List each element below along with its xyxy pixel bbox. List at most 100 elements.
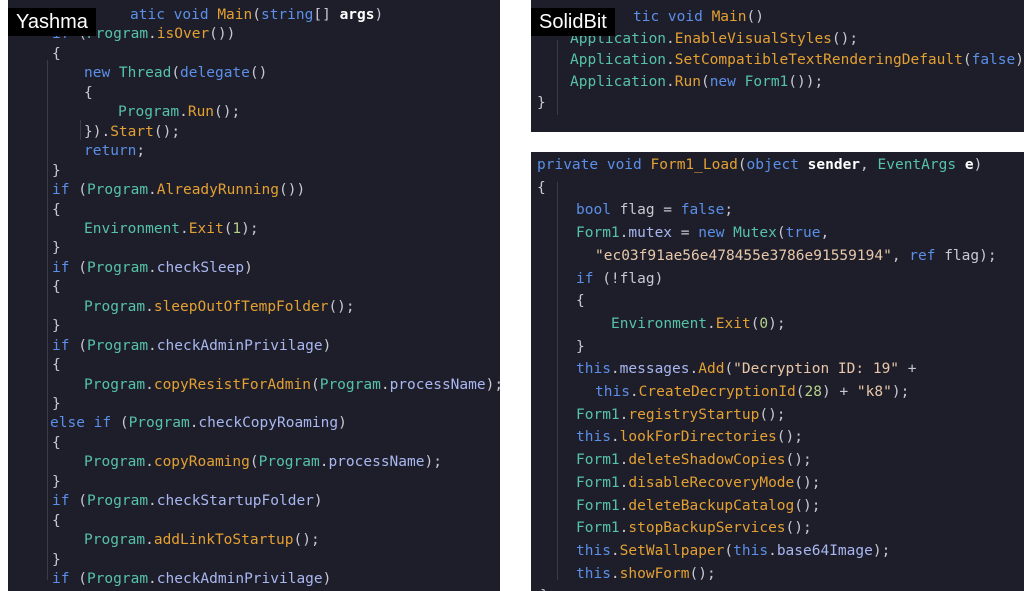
code-line: new Thread(delegate() [84,63,267,83]
code-token: Environment [84,220,181,237]
code-token: { [52,45,61,62]
code-line: this.SetWallpaper(this.base64Image); [576,541,890,561]
code-token: CreateDecryptionId [638,384,796,400]
code-token: . [180,220,189,237]
code-token: private void [537,157,651,173]
code-line: if (Program.checkAdminPrivilage) [52,336,331,356]
code-token: (!flag) [602,270,664,287]
code-token: isOver [156,26,210,43]
code-token: Form1 [576,452,620,469]
code-token: , [820,225,830,242]
code-token: . [179,104,188,121]
code-token: (); [776,429,803,446]
code-token: lookForDirectories [619,429,777,446]
code-line: }).Start(); [84,122,180,142]
code-token: delegate [180,65,250,82]
code-token: ) [322,337,332,354]
code-token: Program [84,454,146,471]
code-token: EnableVisualStyles [674,30,832,47]
code-token: ( [737,157,747,173]
code-line: { [52,433,61,453]
code-line: } [52,394,61,414]
code-token: Program [86,26,149,43]
indent-guide [80,120,81,140]
code-token: ) [338,415,347,432]
code-token: ) [973,157,983,173]
code-token: } [52,162,61,179]
code-token: ( [78,259,87,276]
code-token: ref [909,247,945,264]
code-token: . [148,182,157,199]
code-line: Application.Run(new Form1()); [570,72,823,92]
code-token: if [52,259,79,276]
code-token: Main [217,7,253,23]
code-token: = [672,225,699,242]
code-line: } [52,472,61,492]
code-token: disableRecoveryMode [628,474,795,491]
code-line: } [576,337,585,357]
code-token: ) [374,7,384,23]
yashma-label: Yashma [8,8,96,36]
code-token: }). [84,123,111,140]
code-token: . [610,565,620,582]
indent-guide [47,60,48,580]
code-token: checkCopyRoaming [198,415,339,432]
code-line: Program.copyRoaming(Program.processName)… [84,452,442,472]
code-line: Form1.mutex = new Mutex(true, [576,223,829,243]
code-line: { [52,355,61,375]
code-line: { [52,277,61,297]
code-token: Program [84,376,146,393]
code-line: else if (Program.checkCopyRoaming) [50,413,347,433]
code-line: this.CreateDecryptionId(28) + "k8"); [595,382,909,402]
code-token: showForm [619,565,690,582]
code-token: Application [570,52,667,68]
code-token: } [52,318,61,335]
code-token: . [148,571,157,588]
code-token: (); [785,452,812,469]
code-token: checkSleep [156,259,245,276]
yashma-code-panel: atic void Main(string[] args)if (Program… [8,0,500,591]
code-token: Form1 [576,474,620,491]
code-token: Run [187,104,215,121]
code-token: sleepOutOfTempFolder [153,298,329,315]
code-token: Program [86,259,149,276]
code-line: Form1.disableRecoveryMode(); [576,473,820,493]
code-token: e [964,157,974,173]
code-line: return; [84,141,145,161]
code-token: this [595,384,630,400]
code-line: if (Program.AlreadyRunning()) [52,180,305,200]
code-token: Form1 [744,73,789,90]
code-token: mutex [628,225,673,242]
code-token: 1 [232,220,242,237]
code-token: () [746,9,764,25]
code-line: } [52,316,61,336]
code-token: } [52,240,61,257]
code-token: Mutex [733,225,777,242]
code-line: { [52,200,61,220]
code-token: . [689,361,699,378]
code-token: (); [328,298,355,315]
code-token: bool [576,202,620,219]
code-token: } [52,396,61,412]
code-token: registryStartup [628,406,760,423]
code-token: Program [86,337,149,354]
code-line: Environment.Exit(0); [611,314,786,334]
code-token: Main [711,9,747,25]
code-token: if [52,182,79,199]
code-token: "k8" [856,384,892,400]
code-token: Program [86,493,149,510]
code-line: { [84,83,93,103]
code-token: ; [724,202,734,219]
code-token: Program [84,532,146,549]
code-token: tic void [633,9,712,25]
code-token: flag); [944,247,997,264]
code-token: (); [153,123,181,140]
code-token: "Decryption ID: 19" [733,361,900,378]
code-token: . [148,259,157,276]
code-token: stopBackupServices [628,520,786,537]
code-line: } [540,586,549,591]
code-line: } [52,550,61,570]
code-token: 28 [804,384,822,400]
code-token: deleteBackupCatalog [628,497,795,514]
code-token: } [537,95,546,111]
